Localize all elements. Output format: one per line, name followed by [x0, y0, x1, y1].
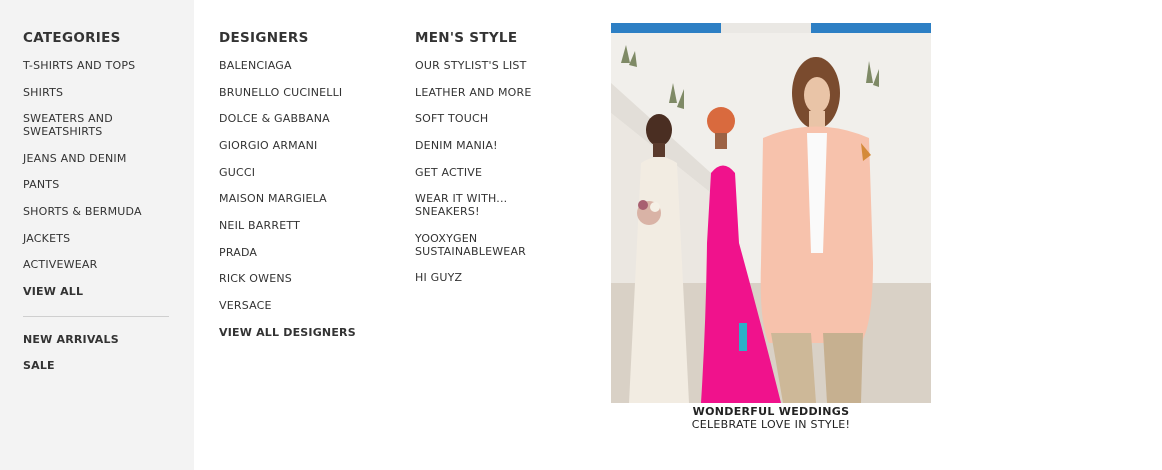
designer-link-dolce-gabbana[interactable]: DOLCE & GABBANA [219, 112, 330, 125]
promo-title-link[interactable]: WONDERFUL WEDDINGS [611, 405, 931, 418]
designer-link-maison-margiela[interactable]: MAISON MARGIELA [219, 192, 327, 205]
promo-caption: WONDERFUL WEDDINGS CELEBRATE LOVE IN STY… [611, 405, 931, 431]
mens-style-link-yooxygen-sustainablewear[interactable]: YOOXYGEN SUSTAINABLEWEAR [415, 232, 545, 258]
new-arrivals-link[interactable]: NEW ARRIVALS [23, 333, 119, 346]
promo-image-wonderful-weddings[interactable] [611, 23, 931, 403]
mens-style-link-denim-mania[interactable]: DENIM MANIA! [415, 139, 498, 152]
designer-link-prada[interactable]: PRADA [219, 246, 257, 259]
mens-style-link-get-active[interactable]: GET ACTIVE [415, 166, 482, 179]
mens-style-link-wear-it-with-sneakers[interactable]: WEAR IT WITH... SNEAKERS! [415, 192, 515, 218]
category-link-jeans-and-denim[interactable]: JEANS AND DENIM [23, 152, 127, 165]
category-link-pants[interactable]: PANTS [23, 178, 59, 191]
category-link-shirts[interactable]: SHIRTS [23, 86, 63, 99]
category-link-shorts-bermuda[interactable]: SHORTS & BERMUDA [23, 205, 142, 218]
mens-style-link-leather-and-more[interactable]: LEATHER AND MORE [415, 86, 532, 99]
sidebar-divider [23, 316, 169, 317]
category-link-tshirts-and-tops[interactable]: T-SHIRTS AND TOPS [23, 59, 135, 72]
designers-heading: DESIGNERS [219, 30, 309, 46]
category-link-sweaters-and-sweatshirts[interactable]: SWEATERS AND SWEATSHIRTS [23, 112, 133, 138]
category-link-activewear[interactable]: ACTIVEWEAR [23, 258, 97, 271]
designer-link-giorgio-armani[interactable]: GIORGIO ARMANI [219, 139, 317, 152]
view-all-designers-link[interactable]: VIEW ALL DESIGNERS [219, 326, 356, 339]
designer-link-gucci[interactable]: GUCCI [219, 166, 255, 179]
designer-link-neil-barrett[interactable]: NEIL BARRETT [219, 219, 300, 232]
mens-style-link-hi-guyz[interactable]: HI GUYZ [415, 271, 462, 284]
mens-style-link-soft-touch[interactable]: SOFT TOUCH [415, 112, 488, 125]
category-link-jackets[interactable]: JACKETS [23, 232, 70, 245]
designer-link-brunello-cucinelli[interactable]: BRUNELLO CUCINELLI [219, 86, 342, 99]
designer-link-balenciaga[interactable]: BALENCIAGA [219, 59, 292, 72]
mens-style-link-stylists-list[interactable]: OUR STYLIST'S LIST [415, 59, 527, 72]
sale-link[interactable]: SALE [23, 359, 55, 372]
mens-style-heading: MEN'S STYLE [415, 30, 518, 46]
categories-heading: CATEGORIES [23, 30, 121, 46]
categories-view-all-link[interactable]: VIEW ALL [23, 285, 83, 298]
categories-sidebar: CATEGORIES T-SHIRTS AND TOPS SHIRTS SWEA… [0, 0, 194, 470]
designer-link-rick-owens[interactable]: RICK OWENS [219, 272, 292, 285]
promo-subtitle-link[interactable]: CELEBRATE LOVE IN STYLE! [611, 418, 931, 431]
designer-link-versace[interactable]: VERSACE [219, 299, 272, 312]
